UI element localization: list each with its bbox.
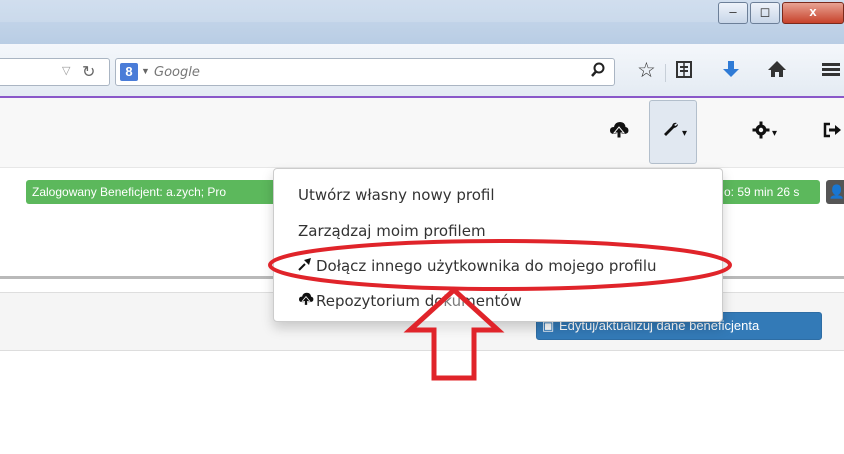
app-navbar: ▾ ▾ <box>0 98 844 168</box>
browser-window: – ◻ x ▽ ↻ 8 ▼ Google ☆ ▾ ▾ Zalogowany Be… <box>0 0 844 454</box>
close-button[interactable]: x <box>782 2 844 24</box>
menu-item-manage-profile[interactable]: Zarządzaj moim profilem <box>274 214 722 248</box>
browser-toolbar: ▽ ↻ 8 ▼ Google ☆ <box>0 44 844 98</box>
join-icon <box>298 251 316 285</box>
tools-dropdown-menu: Utwórz własny nowy profil Zarządzaj moim… <box>273 168 723 322</box>
reload-icon[interactable]: ↻ <box>82 62 95 82</box>
home-icon[interactable] <box>767 59 787 85</box>
menu-icon[interactable] <box>820 59 840 85</box>
user-icon[interactable]: 👤 <box>826 180 844 204</box>
star-icon[interactable]: ☆ <box>637 59 656 83</box>
search-bar[interactable]: 8 ▼ Google <box>115 58 615 86</box>
window-titlebar: – ◻ x <box>0 0 844 44</box>
search-engine-dropdown-icon[interactable]: ▼ <box>141 66 150 76</box>
url-bar[interactable]: ▽ ↻ <box>0 58 110 86</box>
upload-cloud-icon[interactable] <box>609 121 629 144</box>
upload-cloud-icon <box>298 286 316 320</box>
menu-item-join-user[interactable]: Dołącz innego użytkownika do mojego prof… <box>274 249 722 283</box>
menu-item-document-repository[interactable]: Repozytorium dokumentów <box>274 284 722 318</box>
dropmarker-icon[interactable]: ▽ <box>62 64 70 77</box>
logged-in-label: Zalogowany Beneficjent: a.zych; Pro <box>26 180 276 204</box>
minimize-button[interactable]: – <box>718 2 748 24</box>
menu-item-label: Utwórz własny nowy profil <box>298 186 495 204</box>
tools-dropdown-button[interactable]: ▾ <box>649 100 697 164</box>
download-icon[interactable] <box>722 59 740 85</box>
menu-item-create-profile[interactable]: Utwórz własny nowy profil <box>274 178 722 212</box>
session-timer-label: o: 59 min 26 s <box>718 180 820 204</box>
wrench-icon: ▾ <box>662 121 687 145</box>
menu-item-label: Repozytorium dokumentów <box>316 292 522 310</box>
search-icon[interactable] <box>590 62 606 85</box>
sign-out-icon[interactable] <box>822 121 842 144</box>
maximize-button[interactable]: ◻ <box>750 2 780 24</box>
menu-item-label: Dołącz innego użytkownika do mojego prof… <box>316 257 657 275</box>
gear-icon[interactable]: ▾ <box>752 121 777 145</box>
menu-item-label: Zarządzaj moim profilem <box>298 222 486 240</box>
reader-icon[interactable] <box>675 59 693 85</box>
search-input[interactable]: Google <box>154 65 200 80</box>
search-engine-icon[interactable]: 8 <box>120 63 138 81</box>
